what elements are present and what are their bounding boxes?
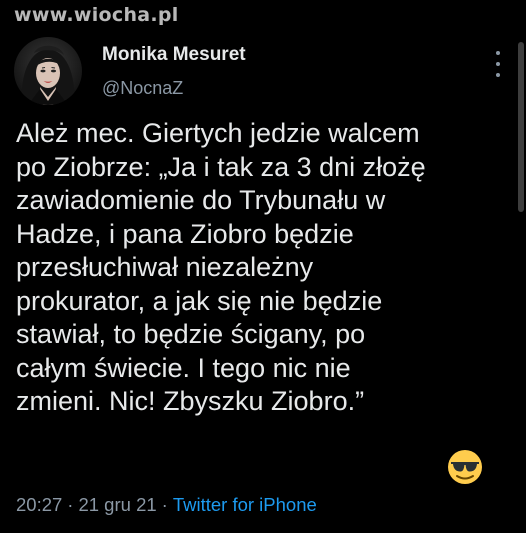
author-name[interactable]: Monika Mesuret: [102, 44, 246, 66]
tweet-meta: 20:27 · 21 gru 21 · Twitter for iPhone: [16, 494, 317, 516]
scrollbar[interactable]: [518, 42, 524, 212]
more-options-icon[interactable]: [494, 48, 502, 80]
avatar[interactable]: [14, 37, 82, 105]
author-handle[interactable]: @NocnaZ: [102, 78, 183, 99]
tweet-source-link[interactable]: Twitter for iPhone: [173, 494, 317, 515]
watermark: www.wiocha.pl: [14, 4, 179, 26]
meta-separator: ·: [67, 494, 74, 515]
tweet-time[interactable]: 20:27: [16, 494, 62, 515]
tweet-text: Ależ mec. Giertych jedzie walcem po Ziob…: [16, 118, 426, 416]
avatar-portrait: [21, 45, 75, 105]
sunglasses-emoji-icon: [448, 450, 482, 484]
tweet-date[interactable]: 21 gru 21: [78, 494, 156, 515]
meta-separator: ·: [161, 494, 168, 515]
